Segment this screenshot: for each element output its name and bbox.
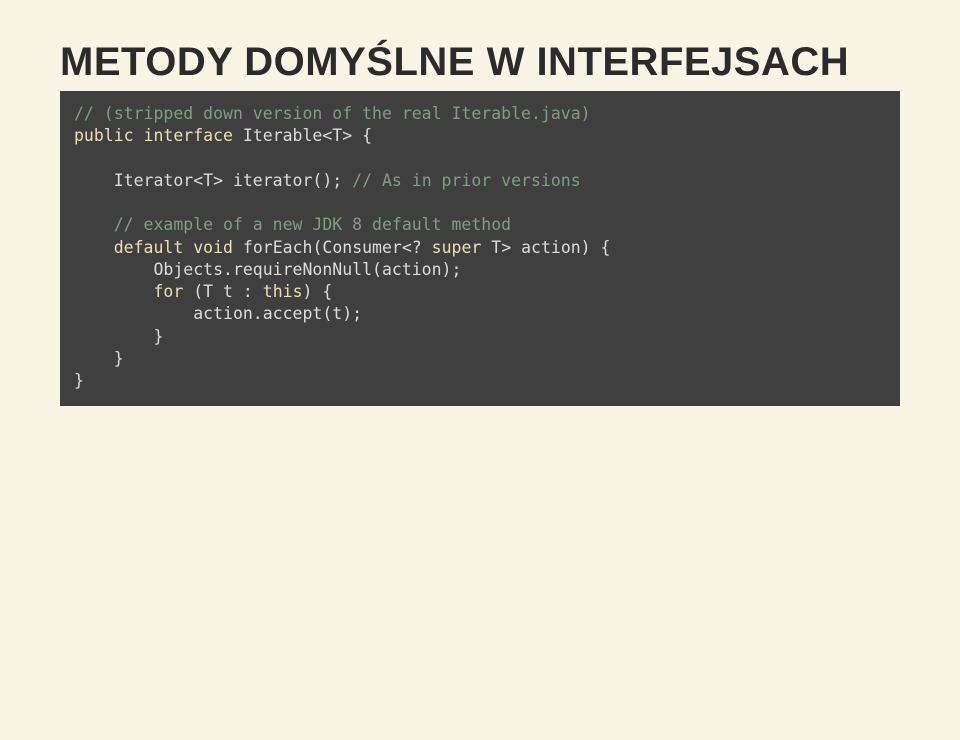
code-text [74, 282, 153, 301]
code-text: Iterator<T> iterator(); [74, 171, 352, 190]
code-comment: // As in prior versions [352, 171, 580, 190]
code-comment: // (stripped down version of the real It… [74, 104, 591, 123]
code-text: } [74, 349, 124, 368]
kw-default: default [114, 238, 184, 257]
code-text: } [74, 327, 163, 346]
code-text: forEach(Consumer<? [233, 238, 432, 257]
code-text: action.accept(t); [74, 304, 362, 323]
kw-interface: interface [144, 126, 233, 145]
slide-title: METODY DOMYŚLNE W INTERFEJSACH [60, 40, 900, 85]
kw-super: super [432, 238, 482, 257]
code-block: // (stripped down version of the real It… [60, 91, 900, 406]
code-comment: // example of a new JDK 8 default method [74, 215, 511, 234]
code-text [74, 238, 114, 257]
code-text: Iterable<T> { [233, 126, 372, 145]
code-text: (T t : [183, 282, 262, 301]
code-text: Objects.requireNonNull(action); [74, 260, 461, 279]
kw-public: public [74, 126, 134, 145]
code-text [134, 126, 144, 145]
kw-void: void [193, 238, 233, 257]
code-text: } [74, 371, 84, 390]
code-text [183, 238, 193, 257]
kw-this: this [263, 282, 303, 301]
code-text: T> action) { [481, 238, 610, 257]
code-text: ) { [303, 282, 333, 301]
kw-for: for [153, 282, 183, 301]
